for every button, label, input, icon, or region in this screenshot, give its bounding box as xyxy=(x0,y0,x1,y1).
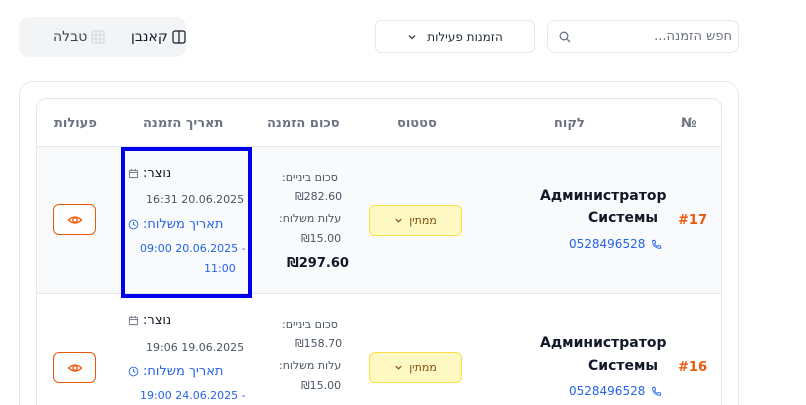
view-order-button[interactable] xyxy=(53,204,96,235)
subtotal-value: ₪282.60 xyxy=(295,190,343,203)
delivery-datetime: 09:00 20.06.2025 - xyxy=(140,242,246,255)
calendar-icon xyxy=(128,168,139,179)
customer-phone[interactable]: 0528496528 xyxy=(569,237,662,251)
delivery-cost-value: ₪15.00 xyxy=(301,379,342,392)
subtotal-label: סכום ביניים: xyxy=(282,171,338,184)
kanban-icon xyxy=(172,30,186,44)
created-label: נוצר: xyxy=(128,166,171,181)
view-toggle: קאנבן טבלה xyxy=(19,17,186,57)
customer-name-line1: Администратор xyxy=(540,335,667,351)
delivery-datetime: 19:00 24.06.2025 - xyxy=(140,389,246,402)
created-label: נוצר: xyxy=(128,313,171,328)
order-number: #16 xyxy=(678,360,707,375)
phone-icon xyxy=(652,386,662,396)
created-datetime: 16:31 20.06.2025 xyxy=(146,193,245,206)
phone-number: 0528496528 xyxy=(569,384,646,398)
order-number: #17 xyxy=(678,213,707,228)
created-text: נוצר: xyxy=(143,313,172,328)
header-actions: פעולות xyxy=(54,116,97,131)
customer-name-line2: Системы xyxy=(588,210,659,226)
calendar-icon xyxy=(128,315,139,326)
status-label: ממתין xyxy=(409,361,437,374)
kanban-view-button[interactable]: קאנבן xyxy=(131,22,186,52)
customer-phone[interactable]: 0528496528 xyxy=(569,384,662,398)
customer-name-line1: Администратор xyxy=(540,188,667,204)
status-dropdown[interactable]: ממתין xyxy=(369,205,462,236)
chevron-down-icon xyxy=(395,365,402,370)
eye-icon xyxy=(67,215,82,224)
delivery-cost-label: עלות משלוח: xyxy=(279,359,342,372)
clock-icon xyxy=(128,219,139,230)
kanban-label: קאנבן xyxy=(131,29,168,45)
created-datetime: 19:06 19.06.2025 xyxy=(146,341,245,354)
table-view-button[interactable]: טבלה xyxy=(53,22,105,52)
orders-filter-dropdown[interactable]: הזמנות פעילות xyxy=(375,20,535,53)
subtotal-value: ₪158.70 xyxy=(295,337,343,350)
phone-number: 0528496528 xyxy=(569,237,646,251)
delivery-cost-value: ₪15.00 xyxy=(301,232,342,245)
created-text: נוצר: xyxy=(143,166,172,181)
filter-label: הזמנות פעילות xyxy=(427,29,503,44)
header-status: סטטוס xyxy=(397,116,437,131)
delivery-date-label: תאריך משלוח: xyxy=(128,364,223,379)
table-icon xyxy=(91,30,105,44)
row-divider xyxy=(37,293,721,294)
clock-icon xyxy=(128,366,139,377)
search-field[interactable] xyxy=(547,20,739,53)
delivery-date-text: תאריך משלוח: xyxy=(143,217,224,232)
chevron-down-icon xyxy=(408,34,416,39)
search-icon xyxy=(559,31,571,43)
status-label: ממתין xyxy=(409,214,437,227)
header-amount: סכום הזמנה xyxy=(267,116,340,131)
delivery-date-label: תאריך משלוח: xyxy=(128,217,223,232)
phone-icon xyxy=(652,239,662,249)
order-total: ₪297.60 xyxy=(287,256,349,271)
chevron-down-icon xyxy=(395,218,402,223)
table-label: טבלה xyxy=(53,29,88,45)
eye-icon xyxy=(67,363,82,372)
delivery-cost-label: עלות משלוח: xyxy=(279,212,342,225)
customer-name-line2: Системы xyxy=(588,358,659,374)
subtotal-label: סכום ביניים: xyxy=(282,318,338,331)
delivery-date-text: תאריך משלוח: xyxy=(143,364,224,379)
search-input[interactable] xyxy=(576,21,732,52)
header-number: № xyxy=(681,116,697,131)
view-order-button[interactable] xyxy=(53,352,96,383)
delivery-datetime-end: 11:00 xyxy=(204,262,236,275)
status-dropdown[interactable]: ממתין xyxy=(369,352,462,383)
header-date: תאריך הזמנה xyxy=(143,116,224,131)
header-customer: לקוח xyxy=(554,116,585,131)
